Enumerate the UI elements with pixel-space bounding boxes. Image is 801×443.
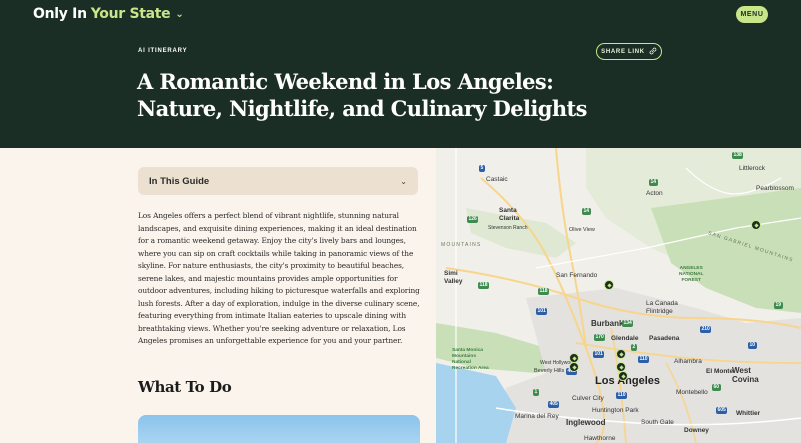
map-label-burbank: Burbank [591, 319, 624, 328]
route-shield: 110 [616, 392, 628, 399]
map-label-pasadena: Pasadena [649, 335, 680, 342]
logo-text-accent: Your State [90, 6, 171, 22]
map-label-castaic: Castaic [486, 176, 508, 183]
map-marker[interactable] [569, 362, 579, 372]
logo-text-primary: Only In [33, 6, 87, 22]
chevron-down-icon[interactable]: ⌄ [175, 9, 183, 20]
map-label-littlerock: Littlerock [739, 165, 766, 172]
map-marker[interactable] [751, 220, 761, 230]
menu-button[interactable]: MENU [736, 6, 768, 23]
map-marker[interactable] [616, 349, 626, 359]
route-shield: 60 [712, 384, 721, 391]
page-title: A Romantic Weekend in Los Angeles: Natur… [137, 69, 587, 121]
route-shield: 1 [533, 389, 539, 396]
map-label-stevenson-ranch: Stevenson Ranch [488, 225, 528, 231]
site-logo[interactable]: Only In Your State ⌄ [33, 6, 184, 22]
activity-image [138, 415, 420, 443]
route-shield: 101 [593, 351, 605, 358]
itinerary-map[interactable]: Castaic Santa Clarita Stevenson Ranch Ac… [436, 148, 801, 443]
map-label-acton: Acton [646, 190, 663, 197]
map-label-glendale: Glendale [611, 335, 639, 342]
route-shield: 210 [700, 326, 712, 333]
route-shield: 110 [638, 356, 650, 363]
route-shield: 605 [716, 407, 728, 414]
map-marker[interactable] [604, 280, 614, 290]
chevron-down-icon: ⌄ [400, 176, 407, 186]
route-shield: 170 [594, 334, 606, 341]
map-label-whittier: Whittier [736, 410, 761, 417]
route-shield: 19 [774, 302, 783, 309]
route-shield: 118 [538, 288, 550, 295]
map-label-downey: Downey [684, 427, 709, 434]
route-shield: 101 [536, 308, 548, 315]
map-label-west-covina: West Covina [732, 366, 759, 384]
map-label-hawthorne: Hawthorne [584, 435, 616, 442]
map-label-mountains: MOUNTAINS [441, 242, 482, 248]
route-shield: 5 [479, 165, 485, 172]
map-label-olive-view: Olive View [569, 227, 595, 233]
section-heading-what-to-do: What To Do [138, 378, 232, 396]
route-shield: 405 [548, 401, 560, 408]
map-label-san-fernando: San Fernando [556, 272, 598, 279]
route-shield: 14 [649, 179, 658, 186]
share-link-button[interactable]: SHARE LINK [596, 43, 662, 60]
map-label-la-canada: La Canada Flintridge [646, 300, 678, 315]
map-label-el-monte: El Monte [706, 368, 734, 375]
route-shield: 2 [631, 344, 637, 351]
map-label-angeles-forest: ANGELES NATIONAL FOREST [679, 266, 704, 283]
map-label-pearblossom: Pearblossom [756, 185, 794, 192]
article-eyebrow: AI ITINERARY [138, 48, 188, 54]
map-label-huntington-park: Huntington Park [592, 407, 639, 414]
map-label-marina-del-rey: Marina del Rey [515, 413, 559, 420]
in-this-guide-dropdown[interactable]: In This Guide ⌄ [138, 167, 418, 195]
site-header: Only In Your State ⌄ MENU AI ITINERARY S… [0, 0, 801, 148]
map-label-beverly-hills: Beverly Hills [534, 368, 565, 374]
map-label-alhambra: Alhambra [674, 358, 702, 365]
route-shield: 10 [748, 342, 757, 349]
share-link-label: SHARE LINK [601, 48, 645, 55]
map-marker[interactable] [618, 371, 628, 381]
route-shield: 138 [732, 152, 744, 159]
route-shield: 14 [582, 208, 591, 215]
map-label-simi-valley: Simi Valley [444, 270, 463, 285]
map-label-culver-city: Culver City [572, 395, 604, 402]
map-label-santa-monica-mtns: Santa Monica Mountains National Recreati… [452, 348, 489, 371]
map-label-inglewood: Inglewood [566, 418, 606, 427]
map-label-santa-clarita: Santa Clarita [499, 207, 520, 222]
route-shield: 126 [467, 216, 479, 223]
intro-paragraph: Los Angeles offers a perfect blend of vi… [138, 211, 420, 345]
route-shield: 118 [478, 282, 490, 289]
route-shield: 134 [622, 320, 634, 327]
map-label-montebello: Montebello [676, 389, 708, 396]
guide-label: In This Guide [149, 175, 210, 187]
map-label-south-gate: South Gate [641, 419, 674, 426]
link-icon [649, 47, 657, 57]
